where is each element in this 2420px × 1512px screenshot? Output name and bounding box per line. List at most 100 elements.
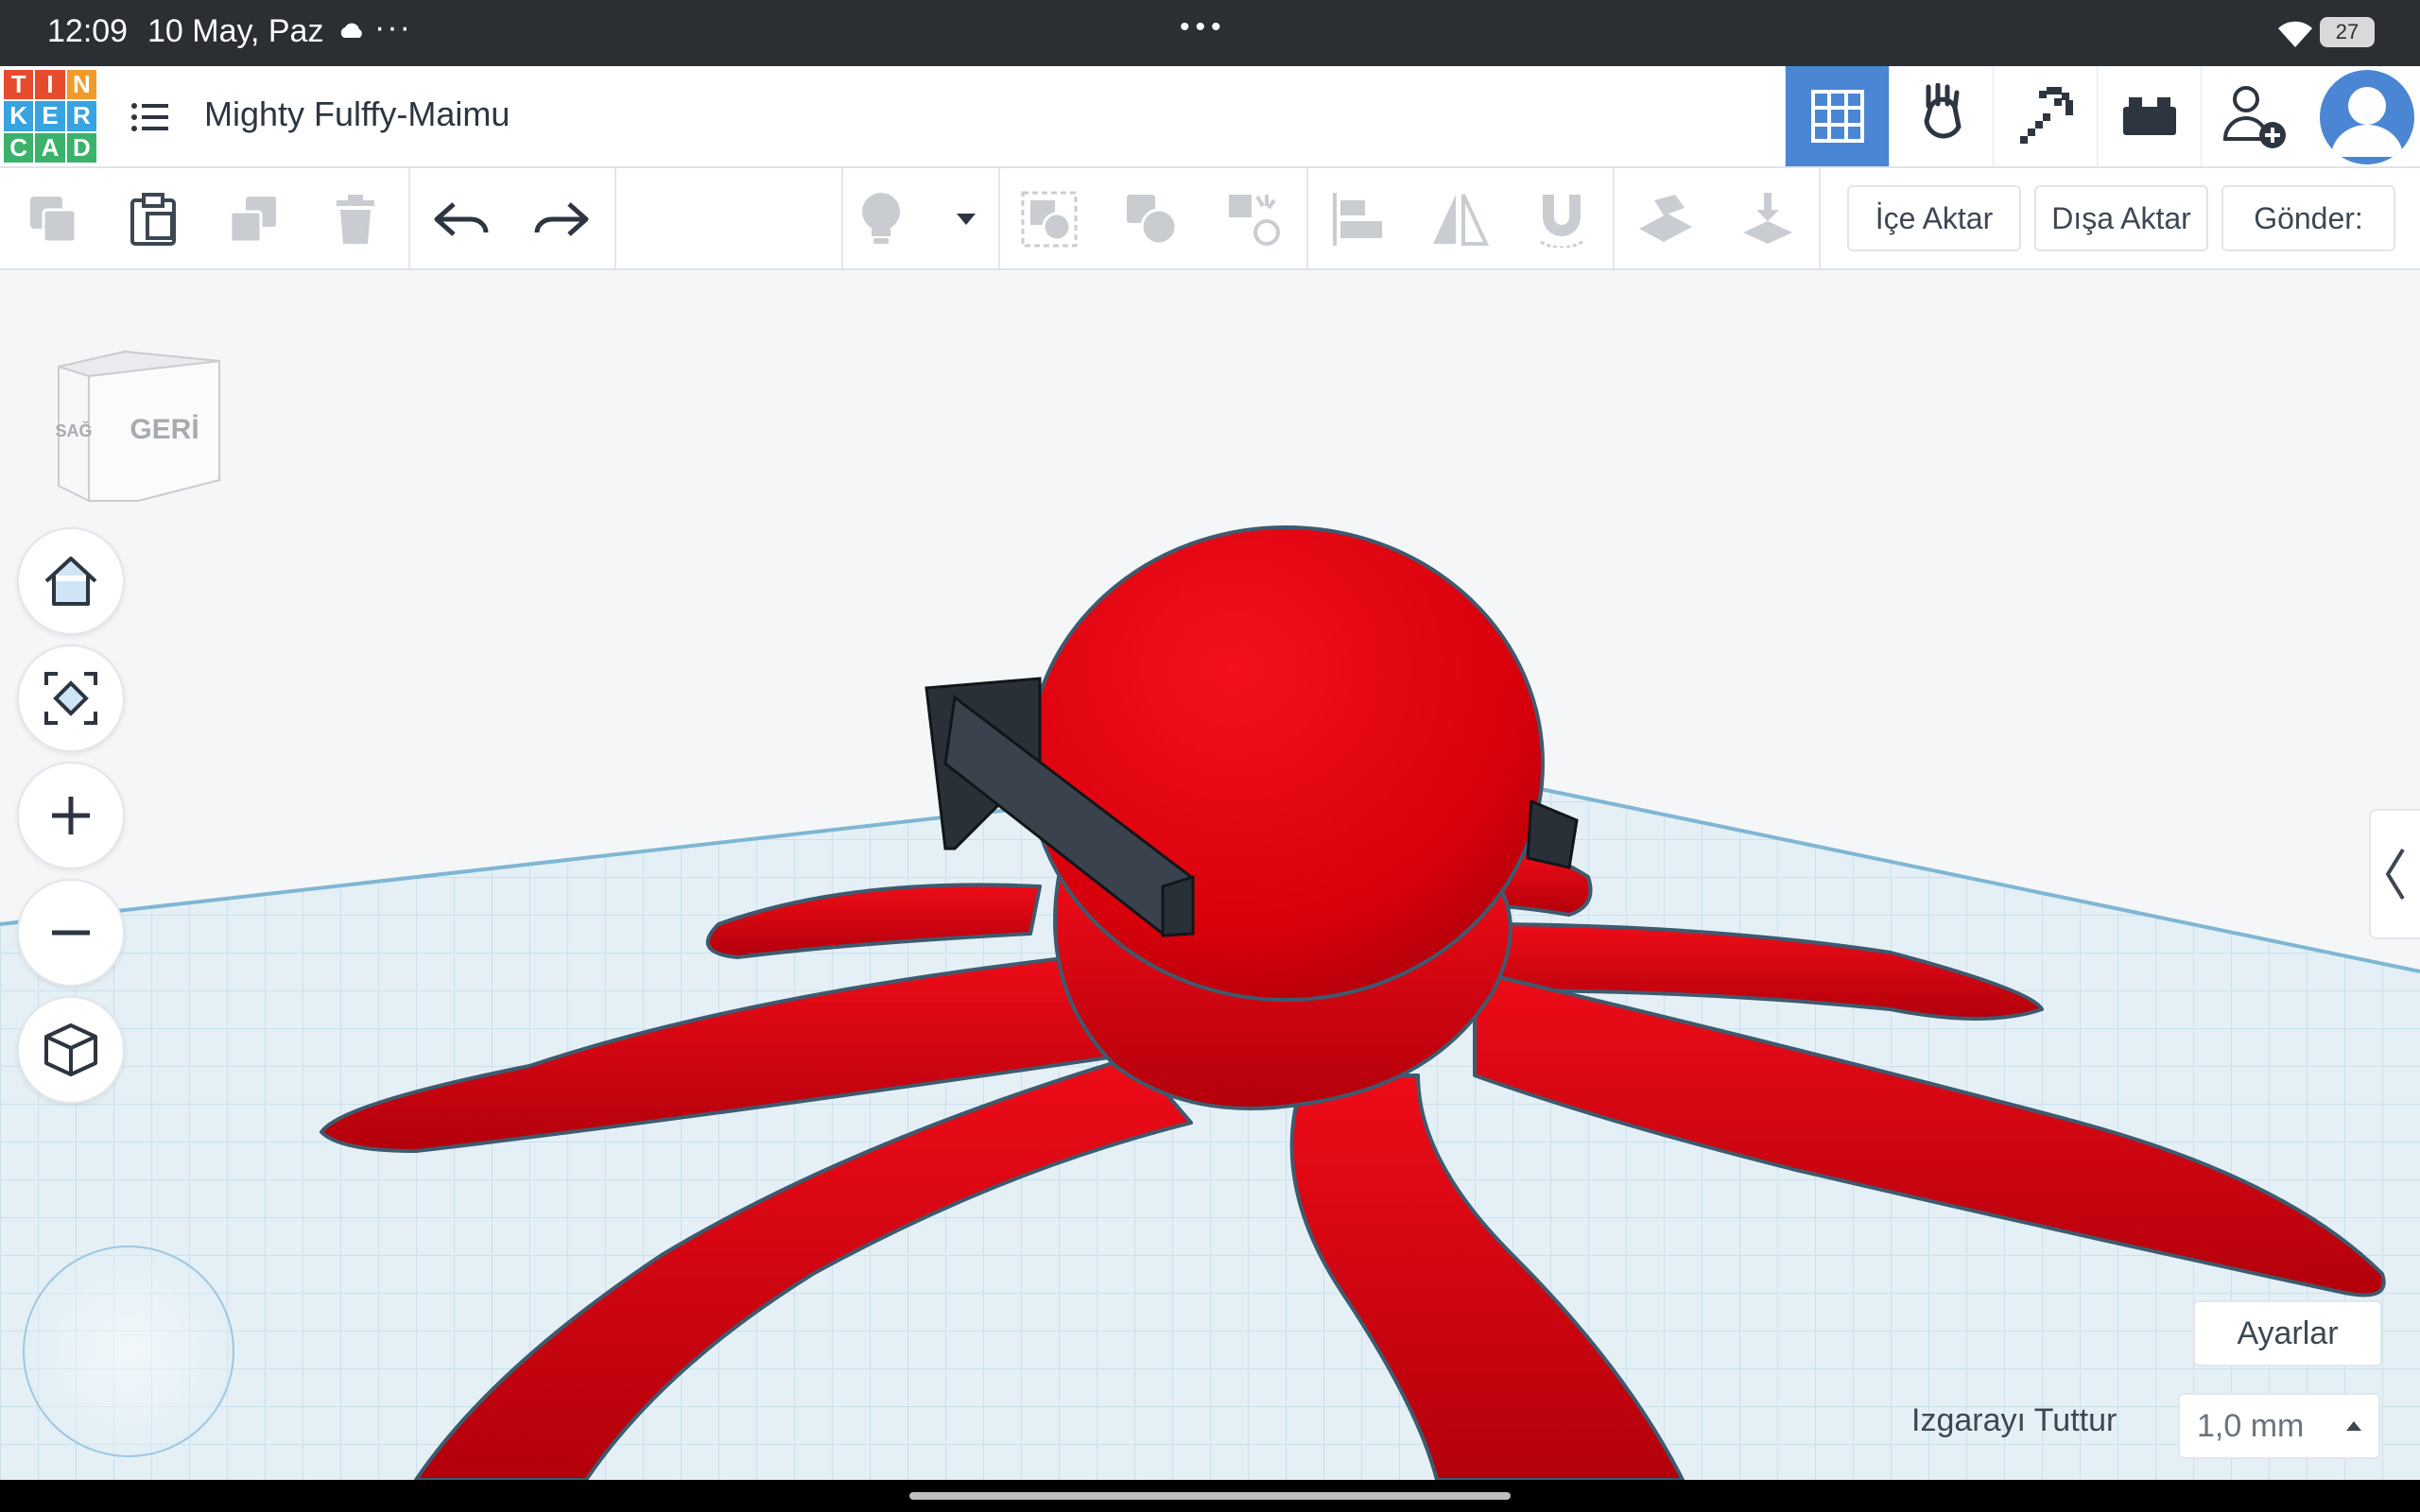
cruise-icon [1229, 195, 1280, 246]
caret-down-icon [957, 214, 976, 225]
duplicate-button[interactable] [223, 189, 284, 249]
snap-grid-select[interactable]: 1,0 mm [2178, 1393, 2380, 1459]
tinkercad-logo[interactable]: TIN KER CAD [4, 70, 96, 163]
status-more: ··· [374, 9, 412, 45]
delete-button[interactable] [325, 189, 386, 249]
show-all-button[interactable] [851, 189, 911, 249]
toolbar-divider [1306, 168, 1308, 268]
pickaxe-icon [2019, 87, 2073, 144]
workplane-icon [1639, 195, 1692, 242]
undo-button[interactable] [431, 189, 492, 249]
toolbar-divider [1613, 168, 1615, 268]
3d-design-view-button[interactable] [1785, 66, 1889, 166]
multitask-dots-icon[interactable]: ••• [1180, 11, 1227, 43]
user-avatar[interactable] [2320, 70, 2414, 164]
home-view-button[interactable] [17, 527, 125, 635]
status-bar: 12:09 10 May, Paz ··· ••• 27 [0, 0, 2420, 66]
logo-letter: K [4, 101, 34, 131]
view-cube-right-face[interactable]: SAĞ [55, 421, 92, 440]
home-indicator[interactable] [909, 1492, 1511, 1500]
import-button[interactable]: İçe Aktar [1847, 185, 2021, 251]
export-button[interactable]: Dışa Aktar [2034, 185, 2208, 251]
zoom-in-button[interactable] [17, 762, 125, 869]
align-button[interactable] [1327, 189, 1388, 249]
minus-icon [52, 930, 90, 936]
workplane-scene[interactable] [0, 272, 2420, 1480]
mirror-button[interactable] [1429, 189, 1490, 249]
caret-up-icon [2346, 1421, 2361, 1431]
toolbar-divider [408, 168, 410, 268]
battery-level: 27 [2335, 20, 2360, 43]
invite-user-button[interactable] [2201, 66, 2305, 166]
brick-icon [2122, 97, 2176, 135]
lightbulb-icon [862, 193, 900, 244]
cruise-button[interactable] [1223, 189, 1284, 249]
ungroup-icon [1127, 195, 1178, 246]
chevron-left-icon [2385, 848, 2405, 901]
view-cube-back-face[interactable]: GERİ [130, 414, 199, 445]
logo-letter: R [66, 101, 96, 131]
redo-icon [534, 202, 589, 236]
blocks-view-button[interactable] [1889, 66, 1993, 166]
design-list-icon[interactable] [130, 98, 170, 136]
logo-letter: A [35, 132, 65, 163]
workplane-button[interactable] [1635, 189, 1696, 249]
toolbar-divider [998, 168, 1000, 268]
paste-button[interactable] [123, 189, 183, 249]
edit-toolbar: İçe Aktar Dışa Aktar Gönder: [0, 168, 2420, 270]
perspective-cube-icon [44, 1023, 97, 1076]
projection-toggle-button[interactable] [17, 996, 125, 1104]
system-navigation-bar [0, 1480, 2420, 1512]
avatar-person-icon [2331, 87, 2403, 157]
logo-letter: E [35, 101, 65, 131]
orbit-joystick[interactable] [23, 1246, 234, 1457]
logo-letter: T [4, 70, 34, 100]
group-button[interactable] [1019, 189, 1080, 249]
lego-view-button[interactable] [2097, 66, 2201, 166]
ungroup-button[interactable] [1121, 189, 1182, 249]
magnet-button[interactable] [1531, 189, 1592, 249]
logo-letter: I [35, 70, 65, 100]
group-icon [1021, 191, 1078, 248]
drop-to-plane-icon [1743, 193, 1792, 244]
toolbar-divider [614, 168, 616, 268]
duplicate-icon [229, 197, 276, 244]
magnet-icon [1540, 195, 1583, 248]
fit-view-button[interactable] [17, 644, 125, 752]
add-user-icon [2222, 86, 2286, 148]
align-icon [1333, 193, 1382, 246]
wifi-icon [2278, 21, 2312, 47]
undo-icon [434, 202, 489, 236]
battery-icon: 27 [2320, 17, 2375, 47]
copy-icon [30, 197, 78, 244]
copy-button[interactable] [23, 189, 83, 249]
bricks-view-button[interactable] [1993, 66, 2097, 166]
status-time: 12:09 [47, 13, 129, 49]
snap-grid-label: Izgarayı Tuttur [1911, 1402, 2118, 1438]
3d-viewport[interactable]: GERİ SAĞ Ayarlar Izgarayı Tuttur 1,0 mm [0, 272, 2420, 1480]
drop-button[interactable] [1737, 189, 1798, 249]
trash-icon [337, 195, 374, 244]
send-to-button[interactable]: Gönder: [2221, 185, 2395, 251]
zoom-out-button[interactable] [17, 879, 125, 987]
logo-letter: N [66, 70, 96, 100]
design-title[interactable]: Mighty Fulffy-Maimu [204, 94, 510, 134]
fit-all-icon [44, 672, 97, 725]
paste-icon [130, 193, 176, 246]
mirror-icon [1433, 194, 1490, 246]
logo-letter: C [4, 132, 34, 163]
snap-grid-value: 1,0 mm [2197, 1407, 2305, 1444]
hide-dropdown-button[interactable] [934, 189, 998, 249]
redo-button[interactable] [531, 189, 592, 249]
app-header: TIN KER CAD Mighty Fulffy-Maimu [0, 66, 2420, 168]
grid-icon [1810, 90, 1864, 143]
plus-icon [52, 797, 90, 834]
home-icon [44, 557, 97, 606]
cloud-icon [340, 23, 362, 38]
tinkercad-app: { "status_bar": { "time": "12:09", "date… [0, 0, 2420, 1512]
view-cube[interactable]: GERİ SAĞ [51, 338, 221, 508]
shapes-panel-toggle[interactable] [2369, 809, 2420, 939]
toolbar-divider [841, 168, 843, 268]
workplane-settings-button[interactable]: Ayarlar [2193, 1300, 2382, 1366]
logo-letter: D [66, 132, 96, 163]
